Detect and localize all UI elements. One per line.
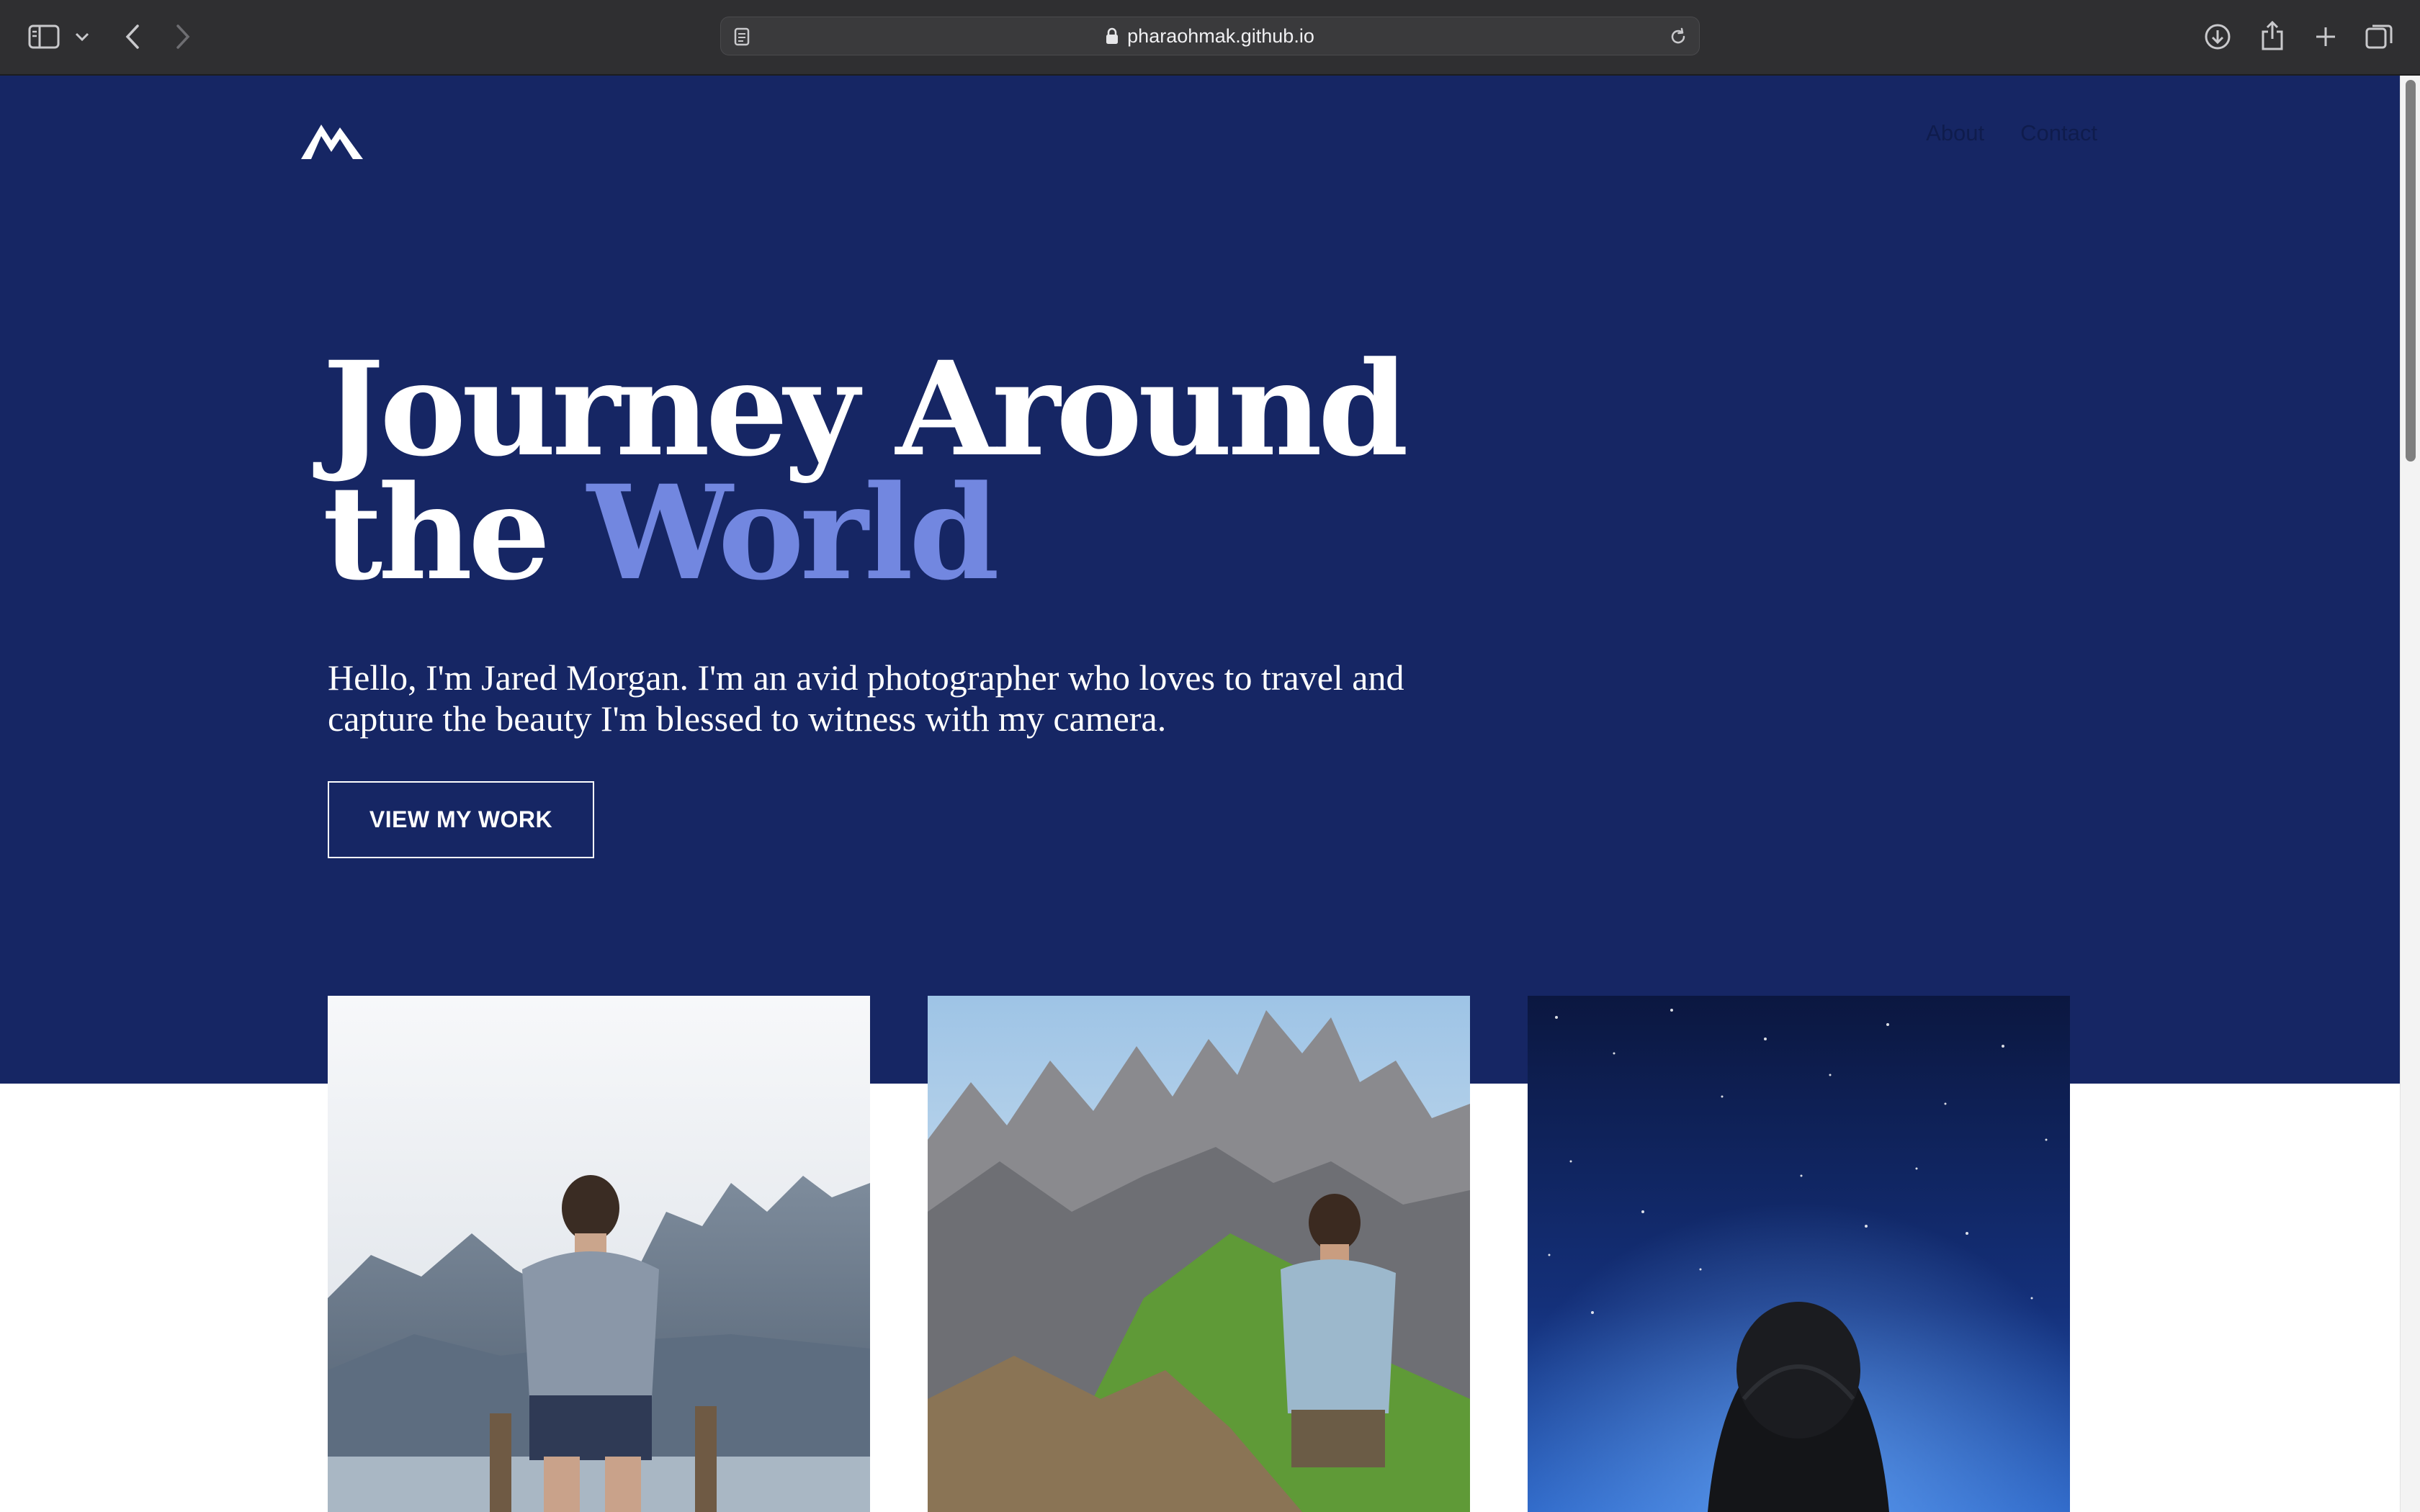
back-arrow-icon[interactable] xyxy=(120,20,145,53)
address-bar[interactable]: pharaohmak.github.io xyxy=(720,17,1700,55)
chevron-down-icon[interactable] xyxy=(72,27,92,46)
hero-title: Journey Around the World xyxy=(323,345,1409,598)
mountain-logo[interactable] xyxy=(301,119,363,165)
download-icon[interactable] xyxy=(2201,20,2234,53)
sidebar-icon[interactable] xyxy=(26,22,62,52)
nav-link-contact[interactable]: Contact xyxy=(2020,120,2097,146)
share-icon[interactable] xyxy=(2256,17,2289,53)
view-my-work-button[interactable]: VIEW MY WORK xyxy=(328,781,594,858)
hero-section: About Contact Journey Around the World He… xyxy=(0,76,2400,1084)
hero-intro: Hello, I'm Jared Morgan. I'm an avid pho… xyxy=(328,657,1404,739)
forward-arrow-icon[interactable] xyxy=(170,20,196,53)
url-text[interactable]: pharaohmak.github.io xyxy=(1127,25,1314,48)
gallery-photo-lake[interactable] xyxy=(328,996,870,1512)
page-content: About Contact Journey Around the World He… xyxy=(0,76,2400,1512)
tabs-icon[interactable] xyxy=(2362,20,2396,53)
page-scrollbar[interactable] xyxy=(2400,76,2420,1512)
browser-toolbar: pharaohmak.github.io xyxy=(0,0,2420,76)
scrollbar-thumb[interactable] xyxy=(2406,80,2416,462)
hero-title-line2-start: the xyxy=(323,457,551,609)
gallery-photo-stars[interactable] xyxy=(1528,996,2070,1512)
main-nav: About Contact xyxy=(1926,120,2097,146)
reload-icon[interactable] xyxy=(1667,26,1689,48)
nav-link-about[interactable]: About xyxy=(1926,120,1984,146)
gallery-photo-ridge[interactable] xyxy=(928,996,1470,1512)
plus-icon[interactable] xyxy=(2309,20,2342,53)
lock-icon xyxy=(1106,27,1119,45)
hero-title-accent: World xyxy=(587,457,1000,609)
